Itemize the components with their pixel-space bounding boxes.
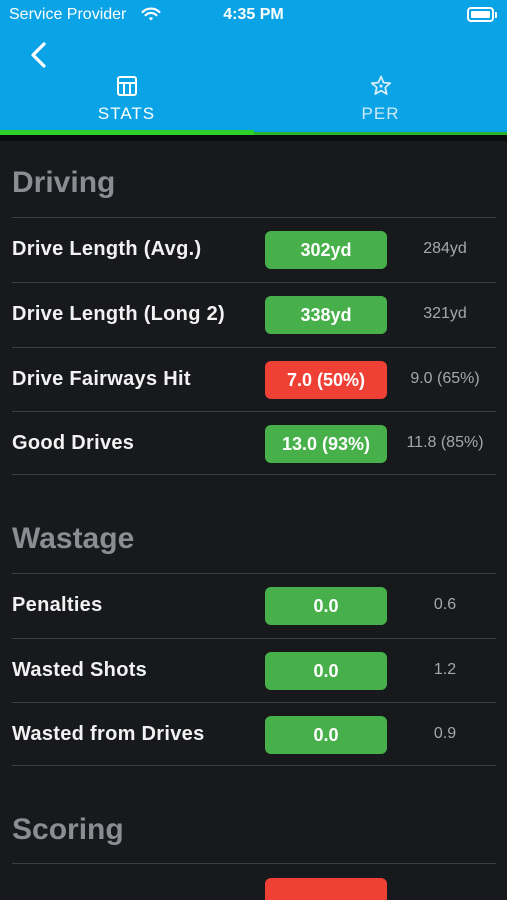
- stat-label: Wasted Shots: [12, 659, 148, 681]
- stat-compare: 0.9: [433, 725, 457, 742]
- section-title-wastage: Wastage: [12, 522, 135, 555]
- stat-row[interactable]: Wasted from Drives 0.0 0.9: [12, 702, 496, 766]
- stat-label: Drive Fairways Hit: [12, 368, 191, 390]
- stat-value-badge: 13.0 (93%): [265, 425, 387, 463]
- tab-per-label: PER: [361, 104, 400, 123]
- stat-value-badge: [265, 878, 387, 900]
- stat-row[interactable]: Good Drives 13.0 (93%) 11.8 (85%): [12, 411, 496, 475]
- stat-row[interactable]: Wasted Shots 0.0 1.2: [12, 638, 496, 702]
- battery-icon: [467, 7, 497, 22]
- section-title-scoring: Scoring: [12, 813, 124, 846]
- tab-per[interactable]: PER: [254, 72, 507, 128]
- stat-value-badge: 302yd: [265, 231, 387, 269]
- stat-value-badge: 0.0: [265, 652, 387, 690]
- header-bar: Service Provider 4:35 PM STATS PER: [0, 0, 507, 132]
- status-bar: Service Provider 4:35 PM: [0, 0, 507, 30]
- stat-compare: 0.6: [433, 596, 457, 613]
- star-icon: [370, 75, 391, 95]
- stat-row[interactable]: [12, 863, 496, 900]
- stat-value-badge: 0.0: [265, 587, 387, 625]
- stat-row[interactable]: Drive Length (Avg.) 302yd 284yd: [12, 217, 496, 281]
- stat-label: Good Drives: [12, 432, 135, 454]
- stat-value-badge: 0.0: [265, 716, 387, 754]
- stat-row[interactable]: Penalties 0.0 0.6: [12, 573, 496, 637]
- clock: 4:35 PM: [223, 6, 284, 23]
- stat-compare: 1.2: [433, 661, 457, 678]
- stat-compare: 321yd: [423, 305, 467, 322]
- stat-label: Penalties: [12, 594, 103, 616]
- back-chevron-icon[interactable]: [26, 40, 50, 70]
- stat-label: Drive Length (Avg.): [12, 238, 202, 260]
- stat-label: Drive Length (Long 2): [12, 303, 225, 325]
- stat-compare: 284yd: [423, 240, 467, 257]
- stat-compare: 9.0 (65%): [410, 370, 480, 387]
- stat-compare: 11.8 (85%): [406, 434, 484, 451]
- section-title-driving: Driving: [12, 166, 116, 199]
- stat-label: Wasted from Drives: [12, 723, 205, 745]
- header-shadow: [0, 135, 507, 141]
- stat-row[interactable]: Drive Fairways Hit 7.0 (50%) 9.0 (65%): [12, 347, 496, 411]
- tab-stats[interactable]: STATS: [0, 72, 253, 128]
- tab-stats-label: STATS: [97, 104, 156, 123]
- stat-row[interactable]: Drive Length (Long 2) 338yd 321yd: [12, 282, 496, 346]
- table-icon: [116, 76, 137, 96]
- stat-value-badge: 7.0 (50%): [265, 361, 387, 399]
- stat-value-badge: 338yd: [265, 296, 387, 334]
